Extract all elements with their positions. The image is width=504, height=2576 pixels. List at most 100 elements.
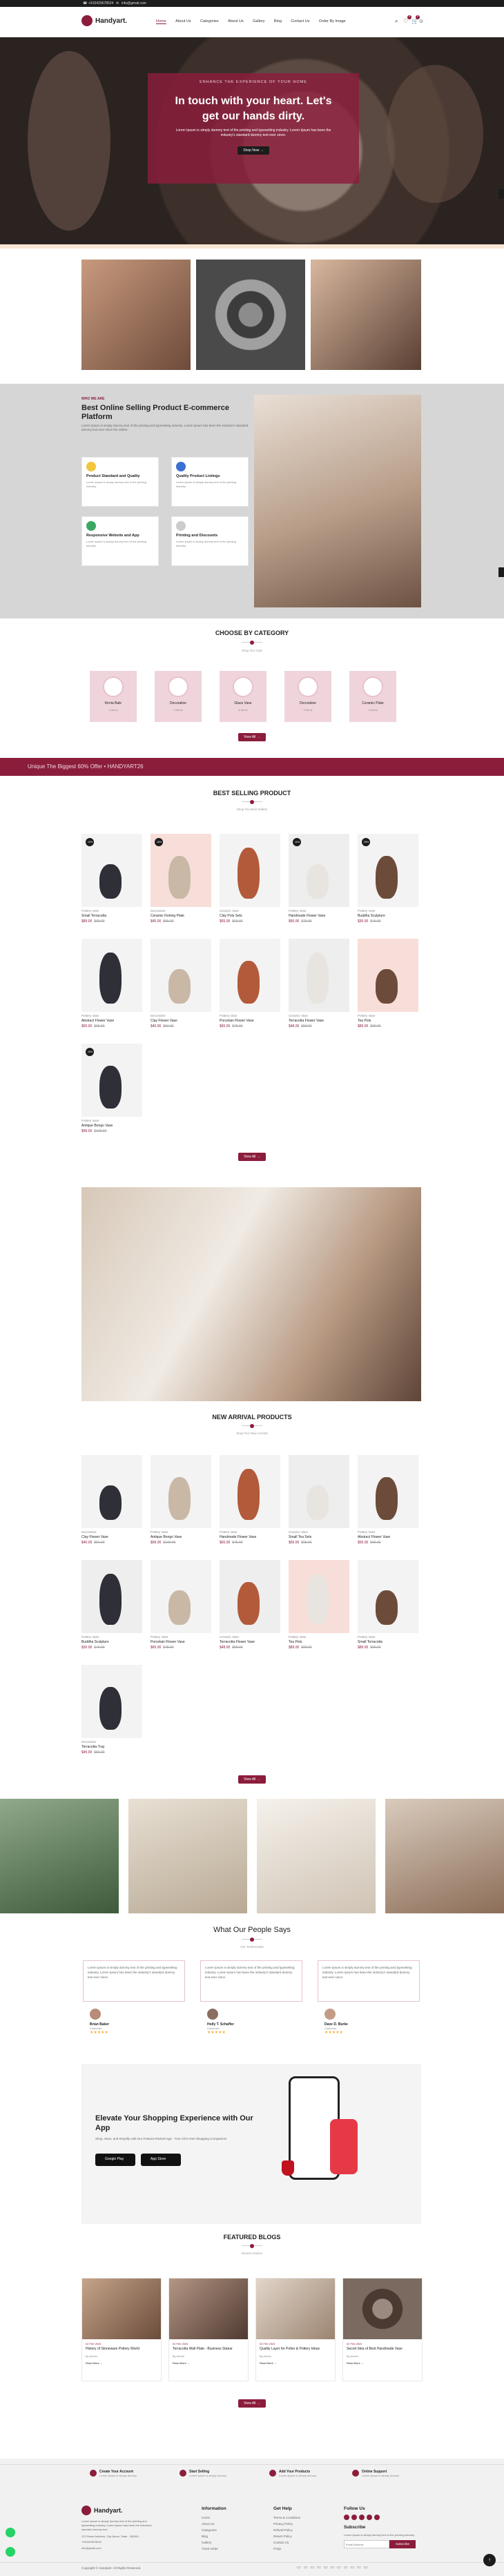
product-card[interactable]: Ceramic Vase Terracotta Flower Vase $48.00…	[289, 939, 349, 1042]
footer-link[interactable]: Privacy Policy	[273, 2521, 300, 2527]
footer-link[interactable]: Home	[202, 2515, 226, 2521]
product-card[interactable]: Pottery Vase Buddha Sculpture $30.00 $40.00	[81, 1560, 142, 1663]
category-card[interactable]: Ceramic Plate 4 Items	[349, 671, 396, 722]
product-name[interactable]: Abstract Flower Vase	[81, 1019, 142, 1023]
footer-link[interactable]: Gallery	[202, 2539, 226, 2546]
product-name[interactable]: Clay Flower Vase	[81, 1535, 142, 1539]
product-name[interactable]: Porcelain Flower Vase	[220, 1019, 280, 1023]
product-image[interactable]	[81, 939, 142, 1012]
product-name[interactable]: Handmade Flower Vase	[289, 914, 349, 918]
category-card[interactable]: Decorative 3 Items	[155, 671, 202, 722]
product-image[interactable]	[151, 939, 211, 1012]
subscribe-button[interactable]: Subscribe	[389, 2540, 416, 2548]
product-image[interactable]	[220, 1560, 280, 1633]
product-card[interactable]: -18% Decorative Ceramic Fishing Plate $45.0…	[151, 834, 211, 937]
nav-blog[interactable]: Blog	[274, 19, 282, 23]
user-icon[interactable]: ☺	[418, 18, 424, 24]
footer-email[interactable]: info@gmail.com	[81, 2545, 157, 2551]
product-name[interactable]: Clay Flower Vase	[151, 1019, 211, 1023]
product-name[interactable]: Buddha Sculpture	[358, 914, 418, 918]
product-name[interactable]: Buddha Sculpture	[81, 1640, 142, 1644]
product-name[interactable]: Small Tea Sets	[289, 1535, 349, 1539]
twitter-icon[interactable]	[351, 2515, 357, 2520]
product-card[interactable]: Ceramic Vase Small Tea Sets $55.00 $65.00	[289, 1455, 349, 1559]
product-image[interactable]	[220, 939, 280, 1012]
nav-gallery[interactable]: Gallery	[253, 19, 264, 23]
product-name[interactable]: Handmade Flower Vase	[220, 1535, 280, 1539]
product-image[interactable]	[151, 1455, 211, 1528]
read-more-link[interactable]: Read More →	[82, 2360, 161, 2367]
logo-icon[interactable]	[81, 15, 93, 26]
nav-order-by-image[interactable]: Order By Image	[319, 19, 346, 23]
product-card[interactable]: Pottery Vase Porcelain Flower Vase $65.00 $…	[151, 1560, 211, 1663]
product-image[interactable]: -18%	[151, 834, 211, 907]
product-image[interactable]	[220, 1455, 280, 1528]
product-image[interactable]: -25%	[358, 834, 418, 907]
blog-title[interactable]: History of Stoneware Pottery World	[82, 2345, 161, 2353]
product-card[interactable]: Decorative Clay Flower Vase $40.00 $50.00	[151, 939, 211, 1042]
product-card[interactable]: Pottery Vase Tea Pots $89.00 $99.00	[289, 1560, 349, 1663]
footer-link[interactable]: Categories	[202, 2527, 226, 2533]
nav-contact[interactable]: Contact Us	[291, 19, 309, 23]
product-card[interactable]: -10% Pottery Vase Handmade Flower Vase $65.…	[289, 834, 349, 937]
product-card[interactable]: Pottery Vase Handmade Flower Vase $65.00 $7…	[220, 1455, 280, 1559]
product-card[interactable]: -25% Pottery Vase Buddha Sculpture $30.00 $4…	[358, 834, 418, 937]
footer-link[interactable]: Refund Policy	[273, 2527, 300, 2533]
footer-link[interactable]: Terms & Conditions	[273, 2515, 300, 2521]
google-play-button[interactable]: Google Play	[95, 2154, 135, 2166]
product-image[interactable]	[358, 939, 418, 1012]
product-name[interactable]: Tea Pots	[358, 1019, 418, 1023]
nav-about-2[interactable]: About Us	[228, 19, 244, 23]
blogs-view-all[interactable]: View All →	[238, 2399, 266, 2408]
newarrival-view-all[interactable]: View All →	[238, 1775, 266, 1784]
read-more-link[interactable]: Read More →	[256, 2360, 335, 2367]
side-widget[interactable]	[498, 189, 504, 199]
product-image[interactable]	[81, 1455, 142, 1528]
footer-link[interactable]: Contact Us	[273, 2539, 300, 2546]
product-card[interactable]: Pottery Vase Porcelain Flower Vase $65.00 $…	[220, 939, 280, 1042]
product-image[interactable]	[358, 1455, 418, 1528]
scroll-top-icon[interactable]: ↑	[483, 2554, 496, 2566]
topbar-phone[interactable]: +915425678524	[88, 1, 113, 6]
subscribe-email-input[interactable]	[344, 2540, 389, 2548]
linkedin-icon[interactable]	[367, 2515, 372, 2520]
product-name[interactable]: Abstract Flower Vase	[358, 1535, 418, 1539]
search-icon[interactable]: ⌕	[395, 18, 398, 25]
category-card[interactable]: Decorative 3 Items	[284, 671, 331, 722]
product-name[interactable]: Small Terracotta	[81, 914, 142, 918]
product-card[interactable]: Pottery Vase Abstract Flower Vase $55.00 $6…	[358, 1455, 418, 1559]
product-name[interactable]: Porcelain Flower Vase	[151, 1640, 211, 1644]
logo-text[interactable]: Handyart.	[95, 17, 127, 25]
youtube-icon[interactable]	[374, 2515, 380, 2520]
product-image[interactable]	[81, 1560, 142, 1633]
blog-card[interactable]: 02 Feb 2024 Terracotta Wall Plate - Busin…	[168, 2278, 249, 2381]
shop-now-button[interactable]: Shop Now →	[238, 146, 269, 155]
app-store-button[interactable]: App Store	[141, 2154, 181, 2166]
product-card[interactable]: Decorative Clay Flower Vase $40.00 $50.00	[81, 1455, 142, 1559]
blog-card[interactable]: 02 Feb 2024 History of Stoneware Pottery …	[81, 2278, 162, 2381]
footer-link[interactable]: Return Policy	[273, 2533, 300, 2539]
read-more-link[interactable]: Read More →	[169, 2360, 248, 2367]
categories-view-all[interactable]: View All →	[238, 733, 266, 741]
footer-phone[interactable]: +915425678524	[81, 2539, 157, 2545]
product-name[interactable]: Terracotta Tray	[81, 1745, 142, 1749]
product-card[interactable]: -10% Pottery Vase Small Terracotta $89.00 $9…	[81, 834, 142, 937]
bestselling-view-all[interactable]: View All →	[238, 1153, 266, 1161]
product-image[interactable]: -15%	[81, 1044, 142, 1117]
nav-home[interactable]: Home	[156, 19, 166, 24]
product-image[interactable]	[151, 1560, 211, 1633]
instagram-icon[interactable]	[359, 2515, 365, 2520]
product-name[interactable]: Clay Pots Sets	[220, 914, 280, 918]
category-card[interactable]: Kirnia Bale 4 Items	[90, 671, 137, 722]
side-widget-2[interactable]	[498, 567, 504, 577]
blog-title[interactable]: Secret Idea of Best Handmade Vase	[343, 2345, 422, 2353]
read-more-link[interactable]: Read More →	[343, 2360, 422, 2367]
product-image[interactable]	[289, 1455, 349, 1528]
footer-link[interactable]: Track Order	[202, 2546, 226, 2552]
product-card[interactable]: Ceramic Vase Clay Pots Sets $55.00 $65.00	[220, 834, 280, 937]
category-card[interactable]: Glass Vase 5 Items	[220, 671, 266, 722]
product-name[interactable]: Terracotta Flower Vase	[220, 1640, 280, 1644]
facebook-icon[interactable]	[344, 2515, 349, 2520]
product-card[interactable]: -15% Pottery Vase Antique Bongo Vase $99.00…	[81, 1044, 142, 1147]
product-image[interactable]	[81, 1665, 142, 1738]
